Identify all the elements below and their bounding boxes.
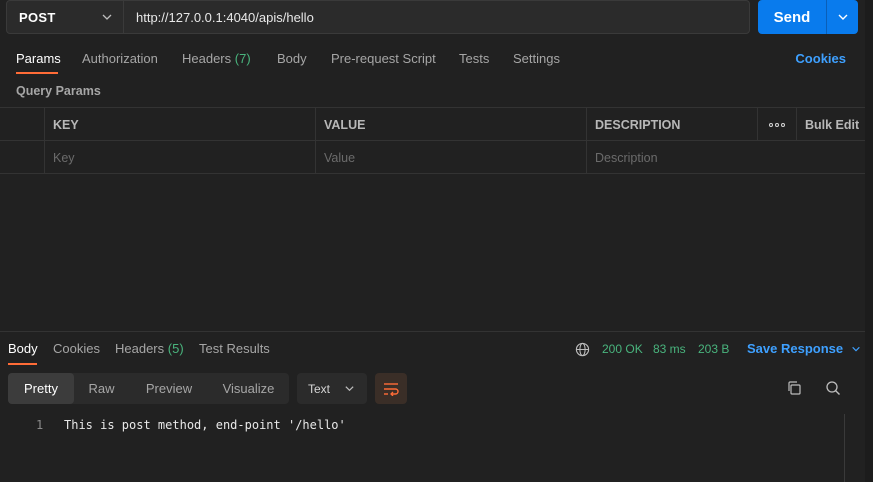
chevron-down-icon: [851, 346, 860, 352]
content-type-label: Text: [308, 381, 331, 396]
url-input[interactable]: http://127.0.0.1:4040/apis/hello: [123, 0, 750, 34]
globe-icon[interactable]: [575, 342, 590, 357]
method-label: POST: [19, 9, 56, 25]
copy-icon: [788, 381, 801, 395]
more-dots-icon: [769, 122, 785, 127]
code-line: This is post method, end-point '/hello': [64, 418, 346, 432]
format-visualize-button[interactable]: Visualize: [210, 373, 287, 404]
format-toggle-group: Pretty Raw Preview Visualize: [8, 373, 289, 404]
bulk-edit-button[interactable]: Bulk Edit: [796, 108, 865, 141]
wrap-lines-button[interactable]: [375, 373, 407, 404]
chevron-down-icon: [102, 14, 112, 20]
response-tab-cookies[interactable]: Cookies: [53, 341, 100, 356]
method-select[interactable]: POST: [6, 0, 124, 34]
format-pretty-button[interactable]: Pretty: [8, 373, 74, 404]
column-options-button[interactable]: [757, 108, 796, 141]
tab-label: Body: [277, 51, 307, 66]
window-edge: [865, 0, 873, 482]
response-size[interactable]: 203 B: [698, 342, 729, 356]
tab-pre-request-script[interactable]: Pre-request Script: [331, 51, 436, 66]
tab-label: Params: [16, 51, 61, 66]
tab-label: Headers: [182, 51, 232, 66]
column-header-value: VALUE: [315, 108, 586, 141]
send-options-button[interactable]: [826, 0, 858, 34]
table-header-row: KEY VALUE DESCRIPTION Bulk Edit: [0, 108, 865, 141]
tab-headers[interactable]: Headers (7): [182, 51, 251, 66]
url-text: http://127.0.0.1:4040/apis/hello: [136, 9, 314, 25]
tab-label: Settings: [513, 51, 560, 66]
copy-button[interactable]: [784, 378, 804, 398]
cookies-link[interactable]: Cookies: [795, 51, 846, 66]
save-response-button[interactable]: Save Response: [747, 341, 861, 356]
value-input[interactable]: Value: [315, 141, 586, 174]
tab-label: Pre-request Script: [331, 51, 436, 66]
tab-params[interactable]: Params: [16, 51, 61, 66]
pane-divider[interactable]: [0, 331, 865, 332]
headers-count: (5): [167, 341, 184, 356]
chevron-down-icon: [838, 14, 847, 20]
format-preview-button[interactable]: Preview: [132, 373, 206, 404]
send-button[interactable]: Send: [758, 0, 826, 34]
chevron-down-icon: [345, 386, 354, 392]
key-input[interactable]: Key: [44, 141, 315, 174]
headers-count: (7): [234, 51, 251, 66]
response-body-editor[interactable]: 1 This is post method, end-point '/hello…: [0, 414, 873, 482]
format-raw-button[interactable]: Raw: [74, 373, 129, 404]
line-number: 1: [36, 418, 44, 432]
editor-scrollbar[interactable]: [844, 414, 858, 482]
column-header-key: KEY: [44, 108, 315, 141]
tab-authorization[interactable]: Authorization: [82, 51, 158, 66]
tab-label: Authorization: [82, 51, 158, 66]
tab-label: Cookies: [53, 341, 100, 356]
table-row: Key Value Description: [0, 141, 865, 174]
tab-settings[interactable]: Settings: [513, 51, 560, 66]
request-tabs: Params Authorization Headers (7) Body Pr…: [0, 44, 873, 76]
content-type-select[interactable]: Text: [297, 373, 367, 404]
response-tab-headers[interactable]: Headers (5): [115, 341, 184, 356]
params-table: KEY VALUE DESCRIPTION Bulk Edit Key Valu…: [0, 107, 865, 174]
tab-label: Headers: [115, 341, 165, 356]
response-tab-body[interactable]: Body: [8, 341, 38, 356]
active-tab-indicator: [8, 363, 37, 365]
search-icon: [826, 381, 840, 395]
active-tab-indicator: [16, 72, 58, 74]
tab-label: Body: [8, 341, 38, 356]
tab-body[interactable]: Body: [277, 51, 307, 66]
response-tabs: Body Cookies Headers (5) Test Results 20…: [0, 334, 873, 366]
response-time[interactable]: 83 ms: [653, 342, 686, 356]
tab-label: Test Results: [199, 341, 270, 356]
save-response-label: Save Response: [747, 341, 844, 356]
tab-tests[interactable]: Tests: [459, 51, 489, 66]
query-params-title: Query Params: [16, 84, 101, 98]
search-button[interactable]: [823, 378, 843, 398]
description-input[interactable]: Description: [586, 141, 865, 174]
response-tab-test-results[interactable]: Test Results: [199, 341, 270, 356]
status-code[interactable]: 200 OK: [602, 342, 643, 356]
wrap-lines-icon: [384, 382, 399, 396]
column-header-description: DESCRIPTION: [586, 108, 757, 141]
tab-label: Tests: [459, 51, 490, 66]
